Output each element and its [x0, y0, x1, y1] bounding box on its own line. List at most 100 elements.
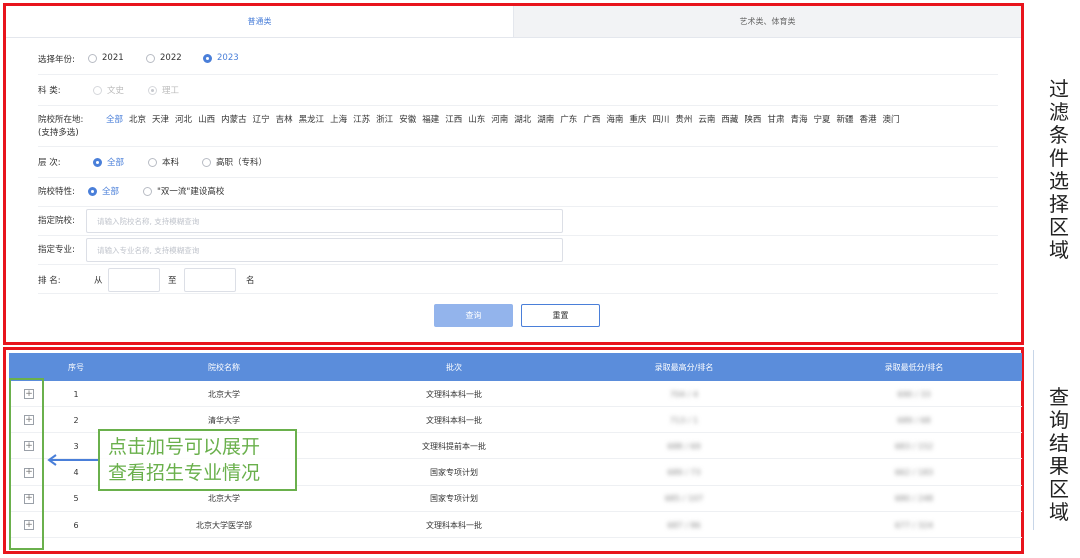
callout-line-2: 查看招生专业情况	[108, 462, 261, 484]
cell-batch: 文理科本科一批	[426, 389, 482, 399]
year-option-2021[interactable]: 2021	[88, 53, 124, 63]
major-row: 指定专业: 请输入专业名称, 支持模糊查询	[38, 237, 998, 265]
region-option[interactable]: 江苏	[353, 113, 370, 125]
region-option[interactable]: 上海	[330, 113, 347, 125]
result-area-label: 查询结果区域	[1049, 385, 1069, 524]
region-option[interactable]: 天津	[152, 113, 169, 125]
subject-option-science[interactable]: 理工	[148, 84, 179, 96]
region-option[interactable]: 湖北	[514, 113, 531, 125]
feature-label: 院校特性:	[38, 187, 75, 197]
region-option[interactable]: 湖南	[537, 113, 554, 125]
region-option[interactable]: 海南	[606, 113, 623, 125]
region-option[interactable]: 青海	[790, 113, 807, 125]
radio-checked-icon	[203, 53, 212, 63]
feature-option-all[interactable]: 全部	[88, 185, 119, 197]
category-tabs: 普通类 艺术类、体育类	[6, 6, 1021, 38]
cell-max-score: 689 / 73	[667, 468, 701, 478]
cell-no: 6	[73, 520, 79, 530]
results-table-header: 序号 院校名称 批次 录取最高分/排名 录取最低分/排名	[9, 353, 1022, 381]
rank-from-input[interactable]	[108, 268, 160, 292]
region-option[interactable]: 广东	[560, 113, 577, 125]
region-option[interactable]: 重庆	[629, 113, 646, 125]
level-row: 层 次: 全部 本科 高职（专科）	[38, 156, 998, 178]
region-option[interactable]: 江西	[445, 113, 462, 125]
region-label: 院校所在地:	[38, 115, 84, 125]
radio-checked-icon	[93, 157, 102, 167]
region-option[interactable]: 澳门	[883, 113, 900, 125]
header-max-score: 录取最高分/排名	[654, 362, 714, 372]
expand-hint-callout: 点击加号可以展开 查看招生专业情况	[98, 429, 297, 491]
region-option[interactable]: 辽宁	[253, 113, 270, 125]
region-option[interactable]: 新疆	[836, 113, 853, 125]
year-label: 选择年份:	[38, 55, 75, 65]
arrow-left-icon	[47, 454, 98, 466]
region-option[interactable]: 黑龙江	[299, 113, 325, 125]
cell-max-score: 704 / 4	[669, 389, 699, 399]
cell-max-score: 688 / 69	[667, 441, 701, 451]
school-row: 指定院校: 请输入院校名称, 支持模糊查询	[38, 208, 998, 236]
cell-no: 2	[73, 415, 79, 425]
region-option[interactable]: 河北	[175, 113, 192, 125]
region-option[interactable]: 贵州	[675, 113, 692, 125]
region-option[interactable]: 福建	[422, 113, 439, 125]
feature-row: 院校特性: 全部 "双一流"建设高校	[38, 185, 998, 207]
level-option-all[interactable]: 全部	[93, 156, 124, 168]
cell-min-score: 690 / 33	[897, 389, 931, 399]
feature-option-double-first-class[interactable]: "双一流"建设高校	[143, 185, 224, 197]
region-option[interactable]: 香港	[860, 113, 877, 125]
subject-row: 科 类: 文史 理工	[38, 84, 998, 106]
region-option[interactable]: 山西	[198, 113, 215, 125]
major-label: 指定专业:	[38, 245, 75, 255]
region-option[interactable]: 云南	[698, 113, 715, 125]
rank-row: 排 名: 从 至 名	[38, 268, 998, 294]
region-option[interactable]: 西藏	[721, 113, 738, 125]
rank-from-label: 从	[94, 276, 103, 286]
subject-option-arts[interactable]: 文史	[93, 84, 124, 96]
cell-no: 1	[73, 389, 79, 399]
region-option[interactable]: 山东	[468, 113, 485, 125]
region-row: 院校所在地: (支持多选) 全部 北京 天津 河北 山西 内蒙古 辽宁 吉林 黑龙江 上海 江苏 浙江…	[38, 113, 998, 147]
level-option-bachelor[interactable]: 本科	[148, 156, 179, 168]
header-batch: 批次	[446, 362, 462, 372]
region-option[interactable]: 河南	[491, 113, 508, 125]
tab-general[interactable]: 普通类	[6, 6, 513, 37]
cell-min-score: 689 / 68	[897, 415, 931, 425]
rank-to-label: 至	[168, 276, 177, 286]
region-option[interactable]: 甘肃	[767, 113, 784, 125]
rank-to-input[interactable]	[184, 268, 236, 292]
callout-line-1: 点击加号可以展开	[108, 436, 261, 458]
filter-area: 普通类 艺术类、体育类 选择年份: 2021 2022 2023 科 类: 文史…	[3, 3, 1024, 345]
region-option[interactable]: 吉林	[276, 113, 293, 125]
tab-art-sports[interactable]: 艺术类、体育类	[513, 6, 1021, 37]
region-option[interactable]: 全部	[106, 113, 123, 125]
region-option[interactable]: 陕西	[744, 113, 761, 125]
level-label: 层 次:	[38, 158, 61, 168]
cell-max-score: 713 / 1	[669, 415, 699, 425]
region-option[interactable]: 安徽	[399, 113, 416, 125]
radio-checked-icon	[88, 186, 97, 196]
region-option[interactable]: 北京	[129, 113, 146, 125]
year-row: 选择年份: 2021 2022 2023	[38, 53, 998, 75]
cell-batch: 国家专项计划	[430, 494, 478, 504]
region-option[interactable]: 内蒙古	[221, 113, 247, 125]
query-button[interactable]: 查询	[434, 304, 513, 327]
region-option[interactable]: 浙江	[376, 113, 393, 125]
reset-button[interactable]: 重置	[521, 304, 600, 327]
cell-school-name: 北京大学	[208, 389, 240, 399]
year-option-2023[interactable]: 2023	[203, 53, 239, 63]
radio-checked-icon	[148, 85, 157, 95]
radio-icon	[88, 53, 97, 63]
radio-icon	[202, 157, 211, 167]
major-input[interactable]: 请输入专业名称, 支持模糊查询	[86, 238, 563, 262]
rank-suffix-label: 名	[246, 276, 255, 286]
school-input[interactable]: 请输入院校名称, 支持模糊查询	[86, 209, 563, 233]
radio-icon	[148, 157, 157, 167]
radio-icon	[93, 85, 102, 95]
region-option[interactable]: 广西	[583, 113, 600, 125]
year-option-2022[interactable]: 2022	[146, 53, 182, 63]
header-no: 序号	[68, 362, 84, 372]
level-option-vocational[interactable]: 高职（专科）	[202, 156, 267, 168]
region-option[interactable]: 四川	[652, 113, 669, 125]
region-option[interactable]: 宁夏	[813, 113, 830, 125]
region-options: 全部 北京 天津 河北 山西 内蒙古 辽宁 吉林 黑龙江 上海 江苏 浙江 安徽 福建 江西 山东 河南 湖北 湖南…	[106, 113, 900, 125]
